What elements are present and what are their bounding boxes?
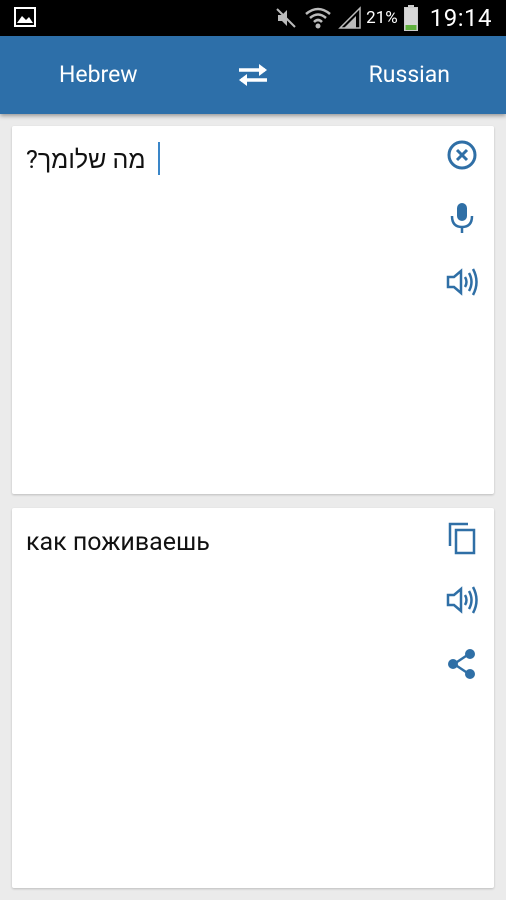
signal-icon bbox=[338, 6, 362, 30]
source-language-button[interactable]: Hebrew bbox=[59, 36, 138, 114]
language-toolbar: Hebrew Russian bbox=[0, 36, 506, 114]
copy-button[interactable] bbox=[444, 522, 480, 558]
share-button[interactable] bbox=[444, 648, 480, 684]
clock: 19:14 bbox=[429, 4, 492, 32]
share-icon bbox=[447, 648, 477, 684]
battery-percentage: 21% bbox=[366, 8, 398, 28]
gallery-icon bbox=[14, 7, 36, 31]
clear-icon bbox=[446, 139, 478, 175]
speak-input-button[interactable] bbox=[444, 266, 480, 302]
speaker-icon bbox=[445, 267, 479, 301]
swap-languages-button[interactable] bbox=[235, 62, 271, 88]
translation-text: как поживаешь bbox=[26, 528, 210, 557]
swap-icon bbox=[235, 64, 271, 92]
text-cursor bbox=[158, 142, 160, 175]
input-text-field[interactable]: מה שלומך? bbox=[26, 146, 146, 175]
copy-icon bbox=[447, 521, 477, 559]
speaker-icon bbox=[445, 585, 479, 619]
microphone-icon bbox=[448, 201, 476, 239]
mute-icon bbox=[274, 6, 298, 30]
speak-translation-button[interactable] bbox=[444, 584, 480, 620]
wifi-icon bbox=[304, 6, 332, 30]
output-card: как поживаешь bbox=[12, 508, 494, 888]
input-card: מה שלומך? bbox=[12, 126, 494, 494]
battery-icon bbox=[403, 5, 418, 31]
status-bar: 21% 19:14 bbox=[0, 0, 506, 36]
voice-input-button[interactable] bbox=[444, 202, 480, 238]
target-language-button[interactable]: Russian bbox=[369, 36, 450, 114]
clear-button[interactable] bbox=[444, 139, 480, 175]
